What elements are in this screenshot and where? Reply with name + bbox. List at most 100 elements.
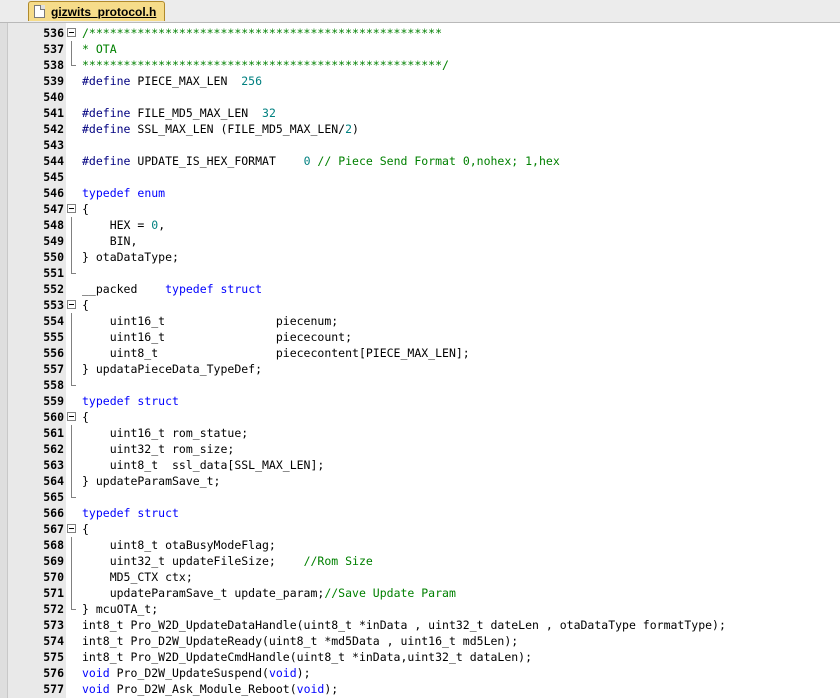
file-tab[interactable]: gizwits_protocol.h [28, 1, 166, 21]
code-line[interactable]: 548 HEX = 0, [0, 217, 840, 233]
fold-toggle-icon[interactable] [67, 409, 77, 425]
code-line[interactable]: 537 * OTA [0, 41, 840, 57]
code-line[interactable]: 538 *************************************… [0, 57, 840, 73]
code-line[interactable]: 545 [0, 169, 840, 185]
code-text: uint32_t updateFileSize; //Rom Size [82, 553, 373, 569]
fold-toggle-icon[interactable] [67, 297, 77, 313]
code-line[interactable]: 574 int8_t Pro_D2W_UpdateReady(uint8_t *m… [0, 633, 840, 649]
code-line[interactable]: 556 uint8_t piececontent[PIECE_MAX_LEN]; [0, 345, 840, 361]
line-number: 570 [43, 570, 64, 584]
line-number: 551 [43, 266, 64, 280]
code-text: typedef enum [82, 185, 165, 201]
code-text: { [82, 521, 89, 537]
code-line[interactable]: 544 #define UPDATE_IS_HEX_FORMAT 0 // Pie… [0, 153, 840, 169]
code-line[interactable]: 543 [0, 137, 840, 153]
code-line[interactable]: 576 void Pro_D2W_UpdateSuspend(void); [0, 665, 840, 681]
code-line[interactable]: 540 [0, 89, 840, 105]
code-token: uint32_t rom_size; [82, 442, 235, 456]
code-line[interactable]: 536 /************************************… [0, 25, 840, 41]
code-token: #define [82, 122, 131, 136]
code-text: uint8_t otaBusyModeFlag; [82, 537, 276, 553]
code-text: HEX = 0, [82, 217, 165, 233]
code-text: } mcuOTA_t; [82, 601, 158, 617]
fold-toggle-icon[interactable] [67, 521, 77, 537]
code-line[interactable]: 569 uint32_t updateFileSize; //Rom Size [0, 553, 840, 569]
fold-toggle-icon[interactable] [67, 201, 77, 217]
code-line[interactable]: 572 } mcuOTA_t; [0, 601, 840, 617]
code-token: int8_t Pro_W2D_UpdateCmdHandle(uint8_t *… [82, 650, 533, 664]
code-editor[interactable]: 536 /************************************… [0, 23, 840, 698]
line-number: 573 [43, 618, 64, 632]
code-line[interactable]: 557} updataPieceData_TypeDef; [0, 361, 840, 377]
code-token: enum [137, 186, 166, 200]
line-number: 549 [43, 234, 64, 248]
code-token: struct [137, 394, 179, 408]
code-line[interactable]: 555 uint16_t piececount; [0, 329, 840, 345]
code-token: int8_t Pro_D2W_UpdateReady(uint8_t *md5D… [82, 634, 519, 648]
line-number: 556 [43, 346, 64, 360]
code-line[interactable]: 562 uint32_t rom_size; [0, 441, 840, 457]
code-token: 32 [262, 106, 276, 120]
line-number: 550 [43, 250, 64, 264]
code-line[interactable]: 549 BIN, [0, 233, 840, 249]
code-line[interactable]: 547 { [0, 201, 840, 217]
code-line[interactable]: 552 __packed typedef struct [0, 281, 840, 297]
code-line[interactable]: 563 uint8_t ssl_data[SSL_MAX_LEN]; [0, 457, 840, 473]
code-line[interactable]: 561 uint16_t rom_statue; [0, 425, 840, 441]
fold-toggle-icon[interactable] [67, 25, 77, 41]
code-token: struct [137, 506, 179, 520]
fold-guide [67, 57, 77, 73]
code-line[interactable]: 577 void Pro_D2W_Ask_Module_Reboot(void); [0, 681, 840, 697]
code-token: } updataPieceData_TypeDef; [82, 362, 263, 376]
line-number: 541 [43, 106, 64, 120]
code-line[interactable]: 550 } otaDataType; [0, 249, 840, 265]
code-line[interactable]: 546 typedef enum [0, 185, 840, 201]
code-line[interactable]: 571 updateParamSave_t update_param;//Sav… [0, 585, 840, 601]
code-text: int8_t Pro_D2W_UpdateReady(uint8_t *md5D… [82, 633, 518, 649]
code-token: __packed [82, 282, 166, 296]
code-token: ****************************************… [82, 58, 449, 72]
editor-tab-bar: gizwits_protocol.h [0, 0, 840, 23]
code-token: #define [82, 154, 131, 168]
code-token: uint32_t updateFileSize; [82, 554, 304, 568]
code-line[interactable]: 539 #define PIECE_MAX_LEN 256 [0, 73, 840, 89]
code-token: ); [324, 682, 339, 696]
code-line[interactable]: 566 typedef struct [0, 505, 840, 521]
code-token: } otaDataType; [82, 250, 179, 264]
code-text: { [82, 201, 89, 217]
code-line[interactable]: 575 int8_t Pro_W2D_UpdateCmdHandle(uint8_… [0, 649, 840, 665]
fold-guide [67, 569, 77, 585]
code-line[interactable]: 560 { [0, 409, 840, 425]
code-text: uint8_t ssl_data[SSL_MAX_LEN]; [82, 457, 325, 473]
code-token: typedef [82, 506, 131, 520]
code-line[interactable]: 554 uint16_t piecenum; [0, 313, 840, 329]
code-token: ); [296, 666, 311, 680]
code-line[interactable]: 553 { [0, 297, 840, 313]
code-line[interactable]: 565 [0, 489, 840, 505]
code-token: PIECE_MAX_LEN [130, 74, 242, 88]
code-line[interactable]: 573 int8_t Pro_W2D_UpdateDataHandle(uint8… [0, 617, 840, 633]
code-line[interactable]: 542 #define SSL_MAX_LEN (FILE_MD5_MAX_LEN… [0, 121, 840, 137]
code-text: uint32_t rom_size; [82, 441, 235, 457]
code-line[interactable]: 559 typedef struct [0, 393, 840, 409]
code-text: } otaDataType; [82, 249, 179, 265]
line-number: 574 [43, 634, 64, 648]
code-line[interactable]: 564} updateParamSave_t; [0, 473, 840, 489]
code-line[interactable]: 570 MD5_CTX ctx; [0, 569, 840, 585]
code-line[interactable]: 541 #define FILE_MD5_MAX_LEN 32 [0, 105, 840, 121]
code-line[interactable]: 568 uint8_t otaBusyModeFlag; [0, 537, 840, 553]
line-number: 543 [43, 138, 64, 152]
line-number: 572 [43, 602, 64, 616]
line-number: 546 [43, 186, 64, 200]
fold-guide [67, 265, 77, 281]
code-text: #define UPDATE_IS_HEX_FORMAT 0 // Piece … [82, 153, 560, 169]
code-token: * OTA [82, 42, 117, 56]
code-token: MD5_CTX ctx; [82, 570, 193, 584]
code-text: uint16_t piecenum; [82, 313, 339, 329]
code-text: void Pro_D2W_Ask_Module_Reboot(void); [82, 681, 338, 697]
code-text: void Pro_D2W_UpdateSuspend(void); [82, 665, 311, 681]
code-line[interactable]: 558 [0, 377, 840, 393]
code-line[interactable]: 551 [0, 265, 840, 281]
line-number: 548 [43, 218, 64, 232]
code-line[interactable]: 567 { [0, 521, 840, 537]
